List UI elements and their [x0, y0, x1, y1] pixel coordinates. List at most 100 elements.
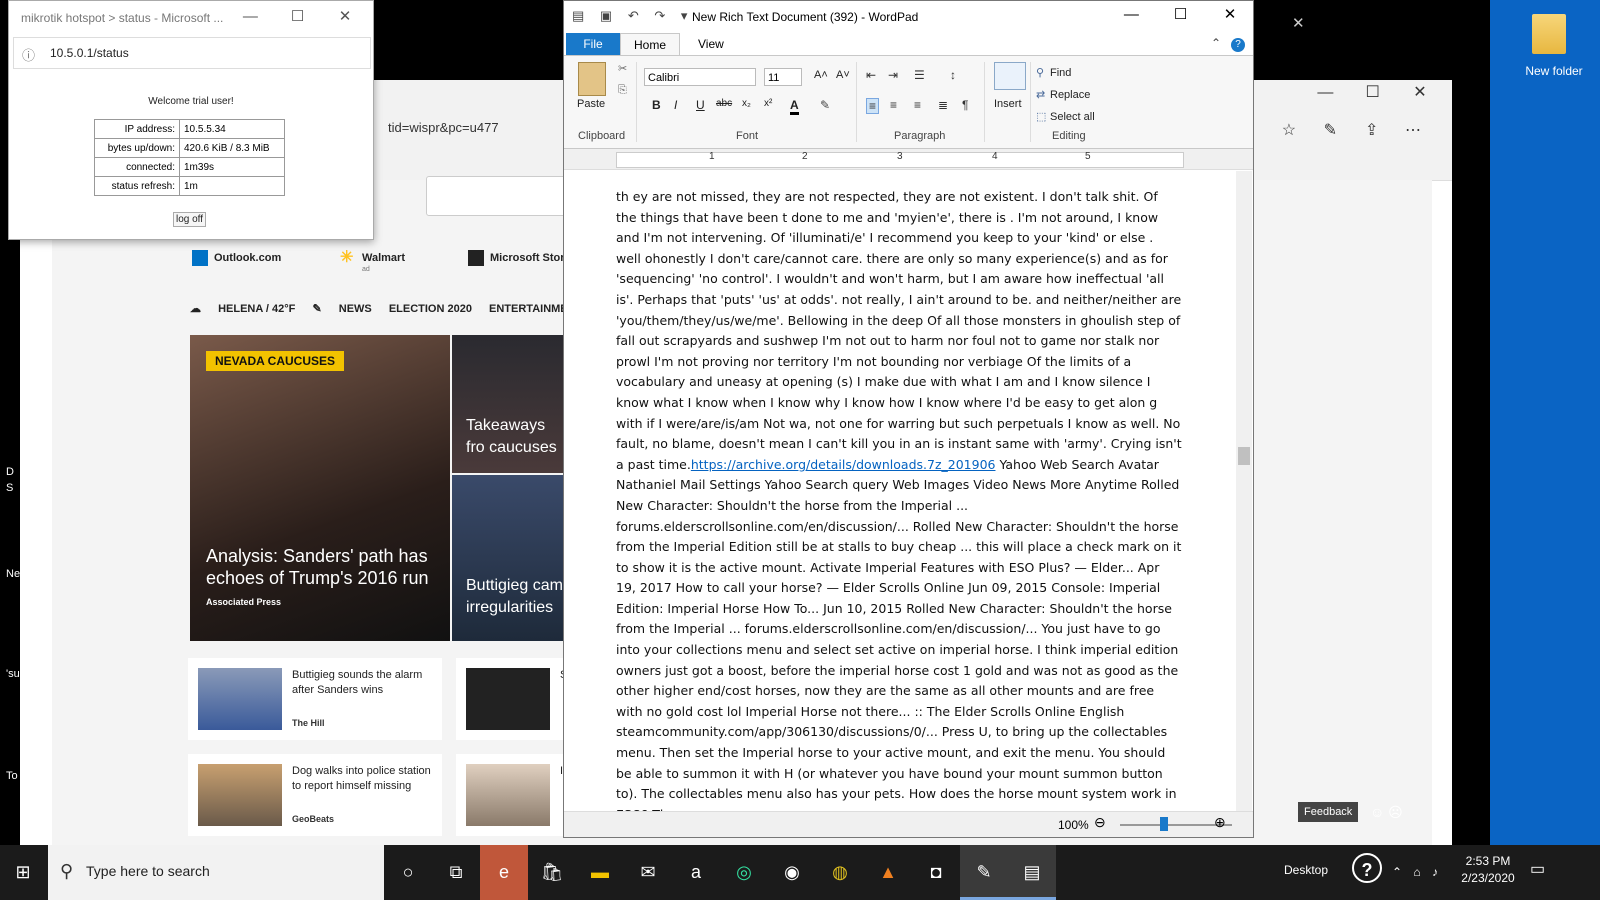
find-button[interactable]: ⚲ Find — [1036, 62, 1095, 84]
insert-button[interactable]: Insert — [994, 98, 1022, 110]
maximize-button[interactable]: ☐ — [276, 7, 320, 25]
network-icon[interactable]: ⌂ — [1413, 865, 1420, 879]
folder-label[interactable]: New folder — [1514, 64, 1594, 78]
news-card[interactable]: S — [456, 658, 567, 740]
side-story[interactable]: Takeaways fro caucuses — [452, 335, 564, 473]
paragraph-dialog-icon[interactable]: ¶ — [962, 98, 968, 112]
bullets-icon[interactable]: ☰ — [914, 68, 925, 82]
notification-icon[interactable]: ▭ — [1530, 859, 1545, 879]
grow-font-icon[interactable]: A˄ — [814, 69, 828, 81]
close-button[interactable]: ✕ — [323, 7, 367, 25]
select-all-button[interactable]: ⬚ Select all — [1036, 106, 1095, 128]
font-color-icon[interactable]: A — [790, 98, 799, 115]
minimize-button[interactable]: — — [228, 8, 272, 25]
highlight-icon[interactable]: ✎ — [820, 98, 830, 112]
increase-indent-icon[interactable]: ⇥ — [888, 68, 898, 82]
shrink-font-icon[interactable]: A˅ — [836, 69, 850, 81]
redo-icon[interactable]: ↷ — [654, 8, 665, 23]
insert-icon[interactable] — [994, 62, 1026, 90]
side-story-title[interactable]: Takeaways fro caucuses — [466, 415, 564, 459]
zoom-out-icon[interactable]: ⊖ — [1094, 814, 1106, 831]
edge-icon[interactable]: e — [480, 845, 528, 900]
card-title[interactable]: Dog walks into police station to report … — [292, 764, 442, 794]
line-spacing-icon[interactable]: ↕ — [950, 68, 956, 82]
cortana-icon[interactable]: ○ — [384, 845, 432, 900]
news-card[interactable]: I — [456, 754, 566, 836]
nav-news[interactable]: NEWS — [339, 303, 372, 315]
task-view-icon[interactable]: ⧉ — [432, 845, 480, 900]
align-center-button[interactable]: ≡ — [890, 98, 897, 112]
paste-button[interactable]: Paste — [577, 98, 605, 110]
share-icon[interactable]: ⇪ — [1353, 120, 1391, 140]
strikethrough-button[interactable]: abc — [716, 98, 732, 109]
customize-icon[interactable]: ▾ — [681, 8, 688, 23]
maximize-button[interactable]: ☐ — [1351, 82, 1395, 102]
search-input[interactable]: Type here to search — [86, 863, 210, 879]
close-button[interactable]: ✕ — [1207, 5, 1253, 23]
news-card[interactable]: Dog walks into police station to report … — [188, 754, 442, 836]
font-size-select[interactable]: 11 — [764, 68, 802, 86]
minimize-button[interactable]: — — [1108, 6, 1154, 23]
paint-icon[interactable]: ✎ — [960, 845, 1008, 900]
smiley-icon[interactable]: ☺ ☹ — [1370, 804, 1403, 821]
cut-icon[interactable]: ✂ — [618, 62, 627, 75]
tab-file[interactable]: File — [566, 33, 620, 55]
favorites-icon[interactable]: ☆ — [1270, 120, 1308, 140]
taskbar-search[interactable]: ⚲ Type here to search — [48, 845, 384, 900]
ruler[interactable]: 1 2 3 4 5 — [564, 149, 1253, 170]
superscript-button[interactable]: x² — [764, 98, 772, 109]
url-text[interactable]: 10.5.0.1/status — [50, 46, 129, 60]
mail-icon[interactable]: ✉ — [624, 845, 672, 900]
nav-election[interactable]: ELECTION 2020 — [389, 303, 472, 315]
save-icon[interactable]: ▣ — [600, 8, 612, 23]
vlc-icon[interactable]: ▲ — [864, 845, 912, 900]
store-icon[interactable]: 🛍 — [528, 845, 576, 900]
tab-home[interactable]: Home — [620, 33, 680, 56]
decrease-indent-icon[interactable]: ⇤ — [866, 68, 876, 82]
tab-view[interactable]: View — [688, 33, 734, 55]
chrome-icon[interactable]: ◍ — [816, 845, 864, 900]
underline-button[interactable]: U — [696, 98, 705, 112]
weather-text[interactable]: HELENA / 42°F — [218, 303, 295, 315]
maximize-button[interactable]: ☐ — [1158, 5, 1204, 23]
help-icon[interactable]: ? — [1231, 38, 1245, 52]
clock[interactable]: 2:53 PM 2/23/2020 — [1454, 853, 1522, 887]
hero-title[interactable]: Analysis: Sanders' path has echoes of Tr… — [206, 545, 436, 589]
side-story[interactable]: Buttigieg cam irregularities — [452, 475, 564, 641]
hero-story[interactable]: NEVADA CAUCUSES Analysis: Sanders' path … — [190, 335, 450, 641]
address-bar[interactable]: ⓘ 10.5.0.1/status — [13, 37, 371, 69]
file-explorer-icon[interactable]: ▬ — [576, 845, 624, 900]
minimize-button[interactable]: — — [1303, 84, 1347, 102]
pen-icon[interactable]: ✎ — [1311, 120, 1349, 140]
start-button[interactable]: ⊞ — [0, 845, 46, 900]
info-icon[interactable]: ⓘ — [22, 45, 35, 64]
scrollbar-thumb[interactable] — [1238, 447, 1250, 465]
align-left-button[interactable]: ≡ — [866, 98, 880, 114]
undo-icon[interactable]: ↶ — [628, 8, 639, 23]
zoom-slider-thumb[interactable] — [1160, 817, 1168, 831]
copy-icon[interactable]: ⎘ — [618, 84, 627, 97]
collapse-ribbon-icon[interactable]: ⌃ — [1211, 36, 1221, 50]
media-icon[interactable]: ◉ — [768, 845, 816, 900]
side-story-title[interactable]: Buttigieg cam irregularities — [466, 575, 564, 619]
align-right-button[interactable]: ≡ — [914, 98, 921, 112]
logoff-button[interactable]: log off — [173, 212, 207, 227]
vertical-scrollbar[interactable] — [1236, 171, 1252, 811]
subscript-button[interactable]: x₂ — [742, 98, 751, 109]
camera-icon[interactable]: ◘ — [912, 845, 960, 900]
amazon-icon[interactable]: a — [672, 845, 720, 900]
justify-button[interactable]: ≣ — [938, 98, 948, 112]
quick-link-walmart[interactable]: ✳ Walmart ad — [340, 250, 405, 274]
quick-link-outlook[interactable]: Outlook.com — [192, 250, 281, 266]
chevron-up-icon[interactable]: ⌃ — [1392, 865, 1402, 879]
bold-button[interactable]: B — [652, 98, 661, 112]
help-icon[interactable]: ? — [1352, 853, 1382, 883]
address-bar-fragment[interactable]: tid=wispr&pc=u477 — [388, 120, 499, 135]
desktop-toolbar-label[interactable]: Desktop — [1284, 863, 1328, 877]
feedback-button[interactable]: Feedback — [1298, 802, 1359, 822]
wordpad-icon[interactable]: ▤ — [1008, 845, 1056, 900]
volume-icon[interactable]: ♪ — [1432, 865, 1438, 879]
zoom-in-icon[interactable]: ⊕ — [1214, 814, 1226, 831]
quick-link-microsoft-store[interactable]: Microsoft Store — [468, 250, 571, 266]
paste-icon[interactable] — [578, 62, 606, 96]
